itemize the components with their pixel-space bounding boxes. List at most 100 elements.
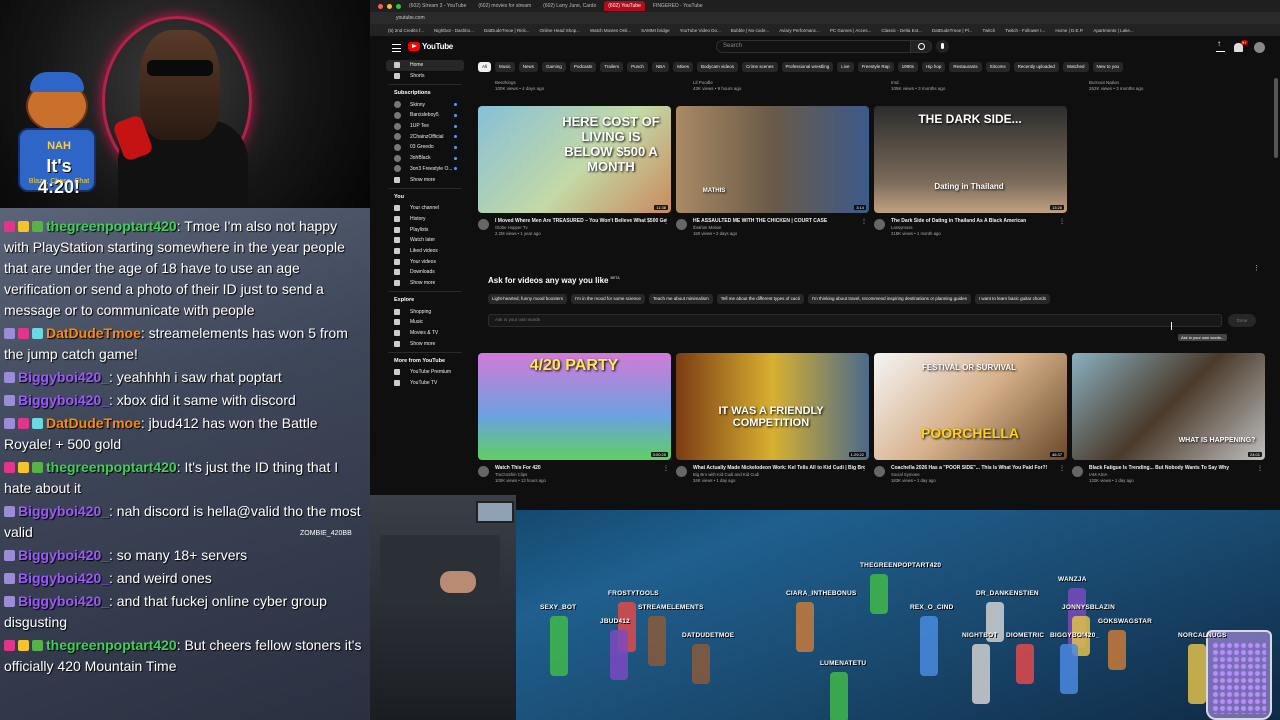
sidebar-item[interactable]: YouTube TV	[370, 378, 470, 389]
video-thumbnail[interactable]: THE DARK SIDE... Dating in Thailand 13:26	[874, 106, 1067, 213]
browser-tab[interactable]: (602) Stream 3 - YouTube	[405, 1, 470, 11]
chat-username[interactable]: Biggyboi420_	[18, 503, 109, 519]
sidebar-item[interactable]: Movies & TV	[370, 328, 470, 339]
filter-chip[interactable]: Bodycam videos	[696, 62, 738, 72]
video-card[interactable]: WHAT IS HAPPENING? 24:01 Black Fatigue Is …	[1072, 353, 1265, 490]
video-thumbnail[interactable]: POORCHELLA FESTIVAL OR SURVIVAL 46:37	[874, 353, 1067, 460]
video-title[interactable]: Coachella 2026 Has a "POOR SIDE"... This…	[891, 465, 1063, 471]
bookmark-item[interactable]: Twitch - Follower I...	[1005, 28, 1045, 33]
sidebar-item[interactable]: Shorts	[370, 71, 470, 82]
video-channel[interactable]: Lassymoss	[891, 225, 913, 230]
filter-chip[interactable]: News	[518, 62, 539, 72]
sidebar-item[interactable]: Downloads	[370, 267, 470, 278]
sidebar-item[interactable]: 2ChainzOfficial	[370, 131, 470, 142]
bookmark-item[interactable]: Nightbot - Dashbo...	[434, 28, 474, 33]
you-heading[interactable]: You	[370, 192, 470, 203]
chat-username[interactable]: Biggyboi420_	[18, 593, 109, 609]
more-options-icon[interactable]: ⋮	[1059, 218, 1065, 225]
bookmark-item[interactable]: Online Head Shop...	[539, 28, 580, 33]
bookmark-item[interactable]: (5) 2nd Credits f...	[388, 28, 424, 33]
done-button[interactable]: Done	[1228, 314, 1256, 327]
video-channel[interactable]: TruCtoShin Clips	[495, 472, 527, 477]
prompt-chip[interactable]: I'm in the mood for some science	[571, 294, 645, 304]
microphone-icon[interactable]	[936, 40, 949, 53]
filter-chip[interactable]: New to you	[1092, 62, 1124, 72]
prompt-chip[interactable]: I want to learn basic guitar chords	[974, 294, 1051, 304]
ask-input[interactable]: Ask in your own words	[488, 314, 1222, 327]
browser-tab[interactable]: (602) Larry June, Cardo	[539, 1, 600, 11]
more-options-icon[interactable]: ⋮	[861, 218, 867, 225]
bookmark-item[interactable]: DatDudeTmoe | Pl...	[932, 28, 973, 33]
browser-tab[interactable]: FINGERED - YouTube	[649, 1, 707, 11]
video-channel[interactable]: Social Symone	[891, 472, 920, 477]
channel-avatar[interactable]	[478, 219, 489, 230]
channel-avatar[interactable]	[874, 219, 885, 230]
video-channel[interactable]: Globe Hopper Tv	[495, 225, 528, 230]
bookmark-item[interactable]: Twitch	[983, 28, 996, 33]
minimize-window-icon[interactable]	[387, 3, 392, 9]
filter-chip[interactable]: All	[478, 62, 492, 72]
video-title[interactable]: What Actually Made Nickelodeon Work: Kel…	[693, 465, 865, 471]
prompt-chip[interactable]: Teach me about minimalism	[648, 294, 713, 304]
chat-username[interactable]: Biggyboi420_	[18, 547, 109, 563]
video-thumbnail[interactable]: WHAT IS HAPPENING? 24:01	[1072, 353, 1265, 460]
youtube-logo-icon[interactable]	[408, 42, 420, 51]
sidebar-item[interactable]: Show more	[370, 174, 470, 185]
filter-chip[interactable]: Mixes	[673, 62, 693, 72]
sidebar-item[interactable]: 03 Greedo	[370, 142, 470, 153]
url-text[interactable]: youtube.com	[396, 15, 425, 21]
sidebar-item[interactable]: YouTube Premium	[370, 367, 470, 378]
close-window-icon[interactable]	[378, 3, 383, 9]
video-thumbnail[interactable]: MATHIS 3:14	[676, 106, 869, 213]
sidebar-item[interactable]: 3ohBlack	[370, 153, 470, 164]
bookmark-item[interactable]: SAMMI bridge	[641, 28, 670, 33]
filter-chip[interactable]: Gaming	[542, 62, 566, 72]
search-icon[interactable]	[910, 40, 932, 53]
filter-chip[interactable]: 1990s	[897, 62, 918, 72]
subscriptions-heading[interactable]: Subscriptions	[370, 88, 470, 99]
bookmark-item[interactable]: PC Games | Acces...	[830, 28, 871, 33]
browser-tab[interactable]: (602) movies for stream	[474, 1, 535, 11]
video-thumbnail[interactable]: 4/20 PARTY 3:00:25	[478, 353, 671, 460]
bookmark-item[interactable]: Apartments | Lake...	[1093, 28, 1133, 33]
video-card[interactable]: MATHIS 3:14 HE ASSAULTED ME WITH THE CHICK…	[676, 106, 869, 243]
bookmark-item[interactable]: Aviary Performanc...	[779, 28, 820, 33]
more-options-icon[interactable]: ⋮	[663, 218, 669, 225]
more-options-icon[interactable]: ⋮	[861, 465, 867, 472]
filter-chip[interactable]: Hip hop	[921, 62, 946, 72]
filter-chip[interactable]: Music	[495, 62, 515, 72]
video-thumbnail[interactable]: HERE COST OF LIVING IS BELOW $500 A MONT…	[478, 106, 671, 213]
sidebar-item[interactable]: History	[370, 214, 470, 225]
sidebar-item[interactable]: Shopping	[370, 306, 470, 317]
maximize-window-icon[interactable]	[396, 3, 401, 9]
youtube-logo-text[interactable]: YouTube	[422, 42, 453, 51]
filter-chip[interactable]: NBA	[651, 62, 670, 72]
more-options-icon[interactable]: ⋮	[1257, 465, 1263, 472]
filter-chip[interactable]: Podcasts	[569, 62, 597, 72]
sidebar-item[interactable]: Barcisleboy5	[370, 110, 470, 121]
filter-chip[interactable]: Watched	[1062, 62, 1089, 72]
chat-username[interactable]: Biggyboi420_	[18, 570, 109, 586]
sidebar-item[interactable]: 1UP Tee	[370, 121, 470, 132]
filter-chip[interactable]: Punch	[627, 62, 648, 72]
channel-avatar[interactable]	[1072, 466, 1083, 477]
bookmark-item[interactable]: Watch Movies Onli...	[590, 28, 631, 33]
bookmark-item[interactable]: DatDudeTmoe | Rick...	[484, 28, 529, 33]
filter-chip[interactable]: Trailers	[600, 62, 624, 72]
video-title[interactable]: Watch This For 420	[495, 465, 667, 471]
bookmark-item[interactable]: Home | D.E.P.	[1055, 28, 1083, 33]
filter-chip[interactable]: Recently uploaded	[1013, 62, 1059, 72]
filter-chip[interactable]: Sitcoms	[985, 62, 1010, 72]
bookmark-item[interactable]: YouTube Video Do...	[680, 28, 721, 33]
sidebar-item[interactable]: Music	[370, 317, 470, 328]
filter-chip[interactable]: Restaurants	[949, 62, 982, 72]
video-card[interactable]: 4/20 PARTY 3:00:25 Watch This For 420 TruCt…	[478, 353, 671, 490]
sidebar-item[interactable]: Watch later	[370, 235, 470, 246]
sidebar-item[interactable]: Your channel	[370, 203, 470, 214]
browser-tab[interactable]: (602) YouTube	[604, 1, 645, 11]
scrollbar[interactable]	[1274, 78, 1278, 158]
more-options-icon[interactable]: ⋮	[1253, 264, 1260, 272]
video-channel[interactable]: Big Bro with Kid Cudi and Kid Cudi	[693, 472, 759, 477]
sidebar-item[interactable]: Liked videos	[370, 246, 470, 257]
filter-chip[interactable]: Freestyle Rap	[857, 62, 894, 72]
